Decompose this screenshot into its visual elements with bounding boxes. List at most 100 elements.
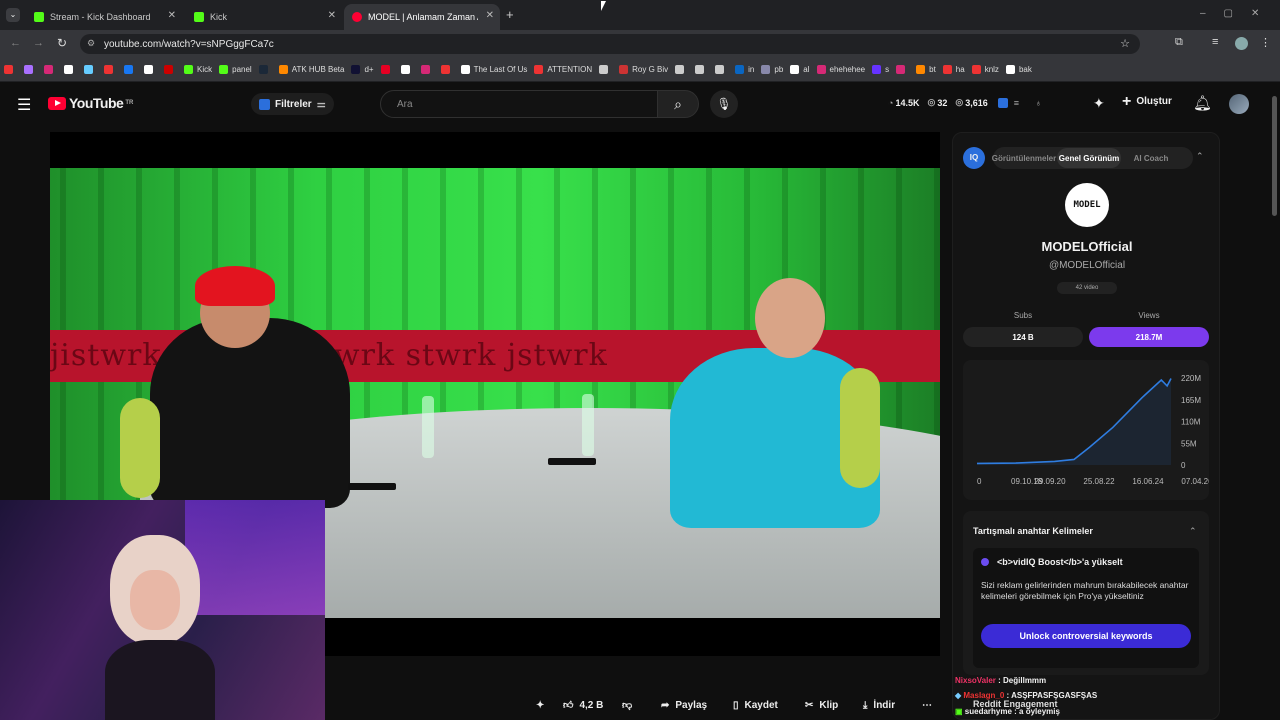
bookmark-item[interactable]: d+ — [351, 65, 374, 74]
vidiq-extension-icon[interactable]: ✦ — [1093, 95, 1105, 112]
bookmark-label: bak — [1018, 65, 1032, 74]
bookmark-item[interactable]: s — [872, 65, 889, 74]
bookmark-item[interactable] — [599, 65, 612, 74]
voice-search-icon[interactable]: 🎙 — [710, 90, 738, 118]
dislike-button[interactable]: 👎︎ — [622, 695, 632, 715]
search-button[interactable]: ⌕ — [657, 90, 699, 118]
tab-label: Kick — [210, 12, 228, 22]
tab-youtube-video[interactable]: MODEL | Anlamam Zaman Aldı ✕ — [344, 4, 500, 30]
bookmark-item[interactable]: knlz — [971, 65, 999, 74]
bookmark-item[interactable]: bak — [1005, 65, 1032, 74]
save-button[interactable]: ▯ Kaydet — [733, 695, 778, 715]
media-icon[interactable]: ≡ — [1212, 36, 1218, 48]
collapse-icon[interactable]: ⌃ — [1189, 526, 1197, 537]
subs-button[interactable]: 124 B — [963, 327, 1083, 347]
address-bar[interactable]: ⚙ youtube.com/watch?v=sNPGggFCa7c ☆ — [80, 34, 1140, 54]
reload-icon[interactable]: ↻ — [57, 36, 67, 50]
youtube-play-icon — [48, 96, 66, 110]
tab-kick[interactable]: Kick ✕ — [186, 4, 342, 30]
channel-name[interactable]: MODELOfficial — [953, 239, 1221, 254]
chat-text: : Değillmmm — [995, 676, 1047, 685]
page-scrollbar[interactable] — [1272, 96, 1277, 216]
bookmark-item[interactable]: ATTENTION — [534, 65, 592, 74]
bookmark-item[interactable] — [440, 65, 454, 74]
extensions-icon[interactable]: ⧉ — [1175, 36, 1183, 49]
bookmark-item[interactable]: al — [790, 65, 810, 74]
site-info-icon[interactable]: ⚙ — [87, 38, 95, 49]
bookmark-item[interactable] — [104, 65, 117, 74]
back-icon[interactable]: ← — [10, 37, 21, 49]
bookmark-item[interactable] — [164, 65, 177, 74]
bookmark-item[interactable] — [124, 65, 137, 74]
window-controls[interactable]: –▢✕ — [1200, 8, 1280, 19]
bookmark-item[interactable] — [84, 65, 97, 74]
close-icon[interactable]: ✕ — [486, 10, 494, 21]
hamburger-menu-icon[interactable]: ☰ — [17, 95, 31, 115]
bookmark-label: bt — [929, 65, 936, 74]
share-button[interactable]: ➦ Paylaş — [661, 695, 707, 715]
bookmark-item[interactable]: The Last Of Us — [460, 65, 527, 74]
like-button[interactable]: 👍︎ 4,2 B — [563, 695, 603, 715]
search-input[interactable]: Ara — [380, 90, 658, 118]
bookmark-item[interactable] — [64, 65, 77, 74]
menu-icon[interactable]: ⋮ — [1260, 36, 1271, 49]
bookmark-item[interactable] — [24, 65, 37, 74]
share-icon: ➦ — [661, 699, 670, 711]
bookmarks-bar: Kick panel ATK HUB Beta d+ The Last Of Us ATT… — [0, 58, 1280, 82]
bookmark-item[interactable] — [44, 65, 57, 74]
tab-ai-coach[interactable]: AI Coach — [1125, 148, 1177, 168]
bookmark-item[interactable] — [400, 65, 414, 74]
trophy-icon[interactable]: ♁ — [1035, 98, 1042, 108]
bookmark-item[interactable]: panel — [219, 65, 252, 74]
collapse-icon[interactable]: ⌃ — [1196, 151, 1204, 162]
bookmark-label: in — [748, 65, 755, 74]
bookmark-item[interactable]: ehehehee — [816, 65, 866, 74]
profile-avatar[interactable] — [1235, 37, 1248, 50]
bookmark-favicon-icon — [44, 65, 53, 74]
views-button[interactable]: 218.7M — [1089, 327, 1209, 347]
tab-search-icon[interactable]: ⌄ — [6, 8, 20, 22]
notification-bell-icon[interactable]: 🔔︎ — [1193, 94, 1212, 112]
bookmark-favicon-icon — [761, 65, 771, 74]
download-icon: ⤓ — [863, 699, 868, 711]
new-tab-button[interactable]: + — [506, 7, 514, 22]
bookmark-item[interactable]: ha — [942, 65, 965, 74]
bookmark-item[interactable]: pb — [761, 65, 783, 74]
download-button[interactable]: ⤓ İndir — [863, 695, 895, 715]
bookmark-item[interactable]: Roy G Biv — [619, 65, 668, 74]
bookmark-star-icon[interactable]: ☆ — [1120, 37, 1130, 50]
bookmark-item[interactable] — [675, 65, 688, 74]
tab-overview[interactable]: Genel Görünüm — [1057, 148, 1121, 168]
tab-views[interactable]: Görüntülenmeler — [992, 148, 1056, 168]
bookmark-item[interactable] — [420, 65, 434, 74]
bookmark-item[interactable]: in — [735, 65, 754, 74]
list-icon[interactable]: ≡ — [1014, 98, 1019, 108]
more-actions-icon[interactable]: ⋯ — [922, 695, 932, 715]
vidiq-icon[interactable] — [997, 97, 1008, 108]
forward-icon[interactable]: → — [33, 37, 44, 49]
account-avatar[interactable] — [1229, 94, 1249, 114]
bookmark-item[interactable]: ATK HUB Beta — [278, 65, 344, 74]
close-icon[interactable]: ✕ — [328, 10, 336, 21]
bookmark-item[interactable] — [258, 65, 272, 74]
bookmark-item[interactable] — [695, 65, 708, 74]
tab-kick-dashboard[interactable]: Stream - Kick Dashboard ✕ — [26, 4, 182, 30]
bookmark-item[interactable] — [144, 65, 157, 74]
bookmark-label: ehehehee — [829, 65, 866, 74]
bookmark-item[interactable] — [380, 65, 394, 74]
vidiq-action-icon[interactable]: ✦ — [536, 695, 544, 715]
url-text: youtube.com/watch?v=sNPGggFCa7c — [104, 38, 274, 50]
bookmark-item[interactable]: bt — [916, 65, 936, 74]
bookmark-item[interactable] — [896, 65, 909, 74]
filters-button[interactable]: Filtreler ⚌ — [251, 93, 334, 115]
bookmark-item[interactable] — [4, 65, 17, 74]
bookmark-item[interactable] — [715, 65, 728, 74]
close-icon[interactable]: ✕ — [168, 10, 176, 21]
tab-label: MODEL | Anlamam Zaman Aldı — [368, 12, 478, 22]
bookmark-item[interactable]: Kick — [184, 65, 212, 74]
unlock-keywords-button[interactable]: Unlock controversial keywords — [981, 624, 1191, 648]
youtube-logo[interactable]: YouTube TR — [48, 95, 133, 111]
create-button[interactable]: + Oluştur — [1122, 93, 1172, 109]
channel-avatar[interactable]: MODEL — [1065, 183, 1109, 227]
clip-button[interactable]: ✂ Klip — [805, 695, 838, 715]
